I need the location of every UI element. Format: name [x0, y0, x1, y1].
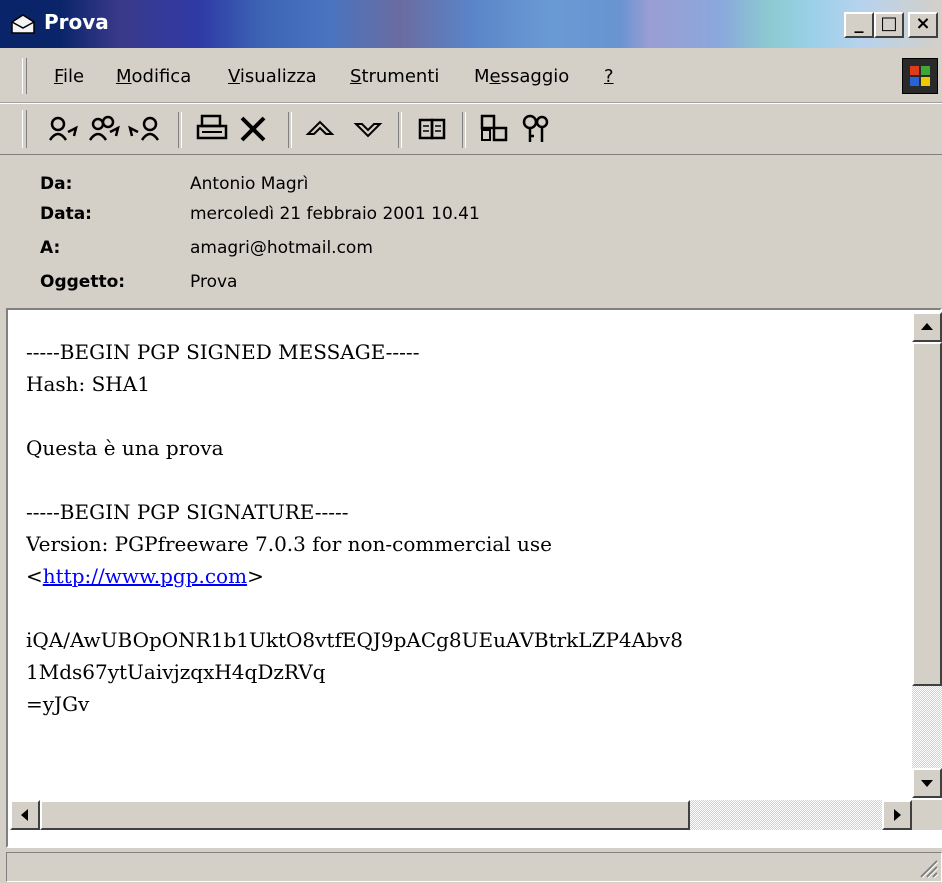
scrollbar-corner [912, 800, 942, 830]
vertical-scrollbar[interactable] [912, 312, 942, 798]
encoding-icon[interactable] [476, 112, 512, 146]
message-headers: Da: Antonio Magrì Data: mercoledì 21 feb… [0, 154, 942, 302]
toolbar-separator [398, 112, 402, 148]
vertical-scroll-thumb[interactable] [912, 342, 942, 686]
title-bar[interactable]: Prova _ □ × [0, 0, 942, 48]
to-value: amagri@hotmail.com [190, 238, 373, 258]
reply-all-icon[interactable] [86, 112, 122, 146]
arrow-down-icon [921, 780, 933, 787]
status-bar [6, 852, 942, 882]
next-icon[interactable] [350, 112, 386, 146]
message-line: =yJGv [26, 692, 90, 716]
menu-strumenti[interactable]: Strumenti [350, 66, 439, 87]
menu-messaggio[interactable]: Messaggio [474, 66, 569, 87]
to-label: A: [40, 238, 61, 258]
scroll-up-button[interactable] [912, 312, 942, 342]
forward-icon[interactable] [128, 112, 164, 146]
key-icon[interactable] [518, 112, 554, 146]
envelope-icon [11, 14, 35, 34]
pgp-link[interactable]: http://www.pgp.com [43, 564, 247, 588]
windows-logo-icon [902, 58, 938, 94]
menu-bar: File Modifica Visualizza Strumenti Messa… [0, 48, 942, 103]
subject-value: Prova [190, 272, 238, 292]
horizontal-scrollbar[interactable] [10, 800, 912, 830]
menu-visualizza[interactable]: Visualizza [228, 66, 317, 87]
message-line: -----BEGIN PGP SIGNATURE----- [26, 500, 349, 524]
menu-help[interactable]: ? [604, 66, 614, 87]
menu-modifica[interactable]: Modifica [116, 66, 191, 87]
from-value: Antonio Magrì [190, 174, 309, 194]
date-value: mercoledì 21 febbraio 2001 10.41 [190, 204, 480, 224]
window-title: Prova [44, 10, 109, 34]
scroll-right-button[interactable] [882, 800, 912, 830]
message-line: Hash: SHA1 [26, 372, 150, 396]
horizontal-scroll-thumb[interactable] [40, 800, 690, 830]
address-book-icon[interactable] [414, 112, 450, 146]
vertical-scroll-track[interactable] [912, 686, 942, 768]
previous-icon[interactable] [302, 112, 338, 146]
scroll-left-button[interactable] [10, 800, 40, 830]
toolbar [0, 103, 942, 155]
toolbar-grip[interactable] [22, 110, 27, 148]
subject-label: Oggetto: [40, 272, 126, 292]
scroll-down-button[interactable] [912, 768, 942, 798]
message-line: Version: PGPfreeware 7.0.3 for non-comme… [26, 532, 552, 556]
close-button[interactable]: × [908, 12, 938, 38]
message-line: Questa è una prova [26, 436, 224, 460]
message-link-line: <http://www.pgp.com> [26, 564, 264, 588]
message-pane[interactable]: -----BEGIN PGP SIGNED MESSAGE----- Hash: … [6, 308, 942, 848]
delete-icon[interactable] [236, 112, 272, 146]
date-label: Data: [40, 204, 92, 224]
arrow-right-icon [894, 809, 901, 821]
arrow-left-icon [21, 809, 28, 821]
reply-icon[interactable] [44, 112, 80, 146]
toolbar-separator [178, 112, 182, 148]
menu-grip[interactable] [22, 58, 27, 94]
print-icon[interactable] [194, 112, 230, 146]
from-label: Da: [40, 174, 73, 194]
maximize-button[interactable]: □ [874, 12, 904, 38]
resize-grip-icon[interactable] [917, 857, 939, 879]
arrow-up-icon [921, 323, 933, 330]
message-line: -----BEGIN PGP SIGNED MESSAGE----- [26, 340, 420, 364]
message-line: iQA/AwUBOpONR1b1UktO8vtfEQJ9pACg8UEuAVBt… [26, 628, 683, 652]
toolbar-separator [288, 112, 292, 148]
email-window: Prova _ □ × File Modifica Visualizza Str… [0, 0, 942, 883]
toolbar-separator [462, 112, 466, 148]
message-line: 1Mds67ytUaivjzqxH4qDzRVq [26, 660, 326, 684]
message-body[interactable]: -----BEGIN PGP SIGNED MESSAGE----- Hash: … [26, 336, 906, 796]
minimize-button[interactable]: _ [844, 12, 874, 38]
menu-file[interactable]: File [54, 66, 84, 87]
